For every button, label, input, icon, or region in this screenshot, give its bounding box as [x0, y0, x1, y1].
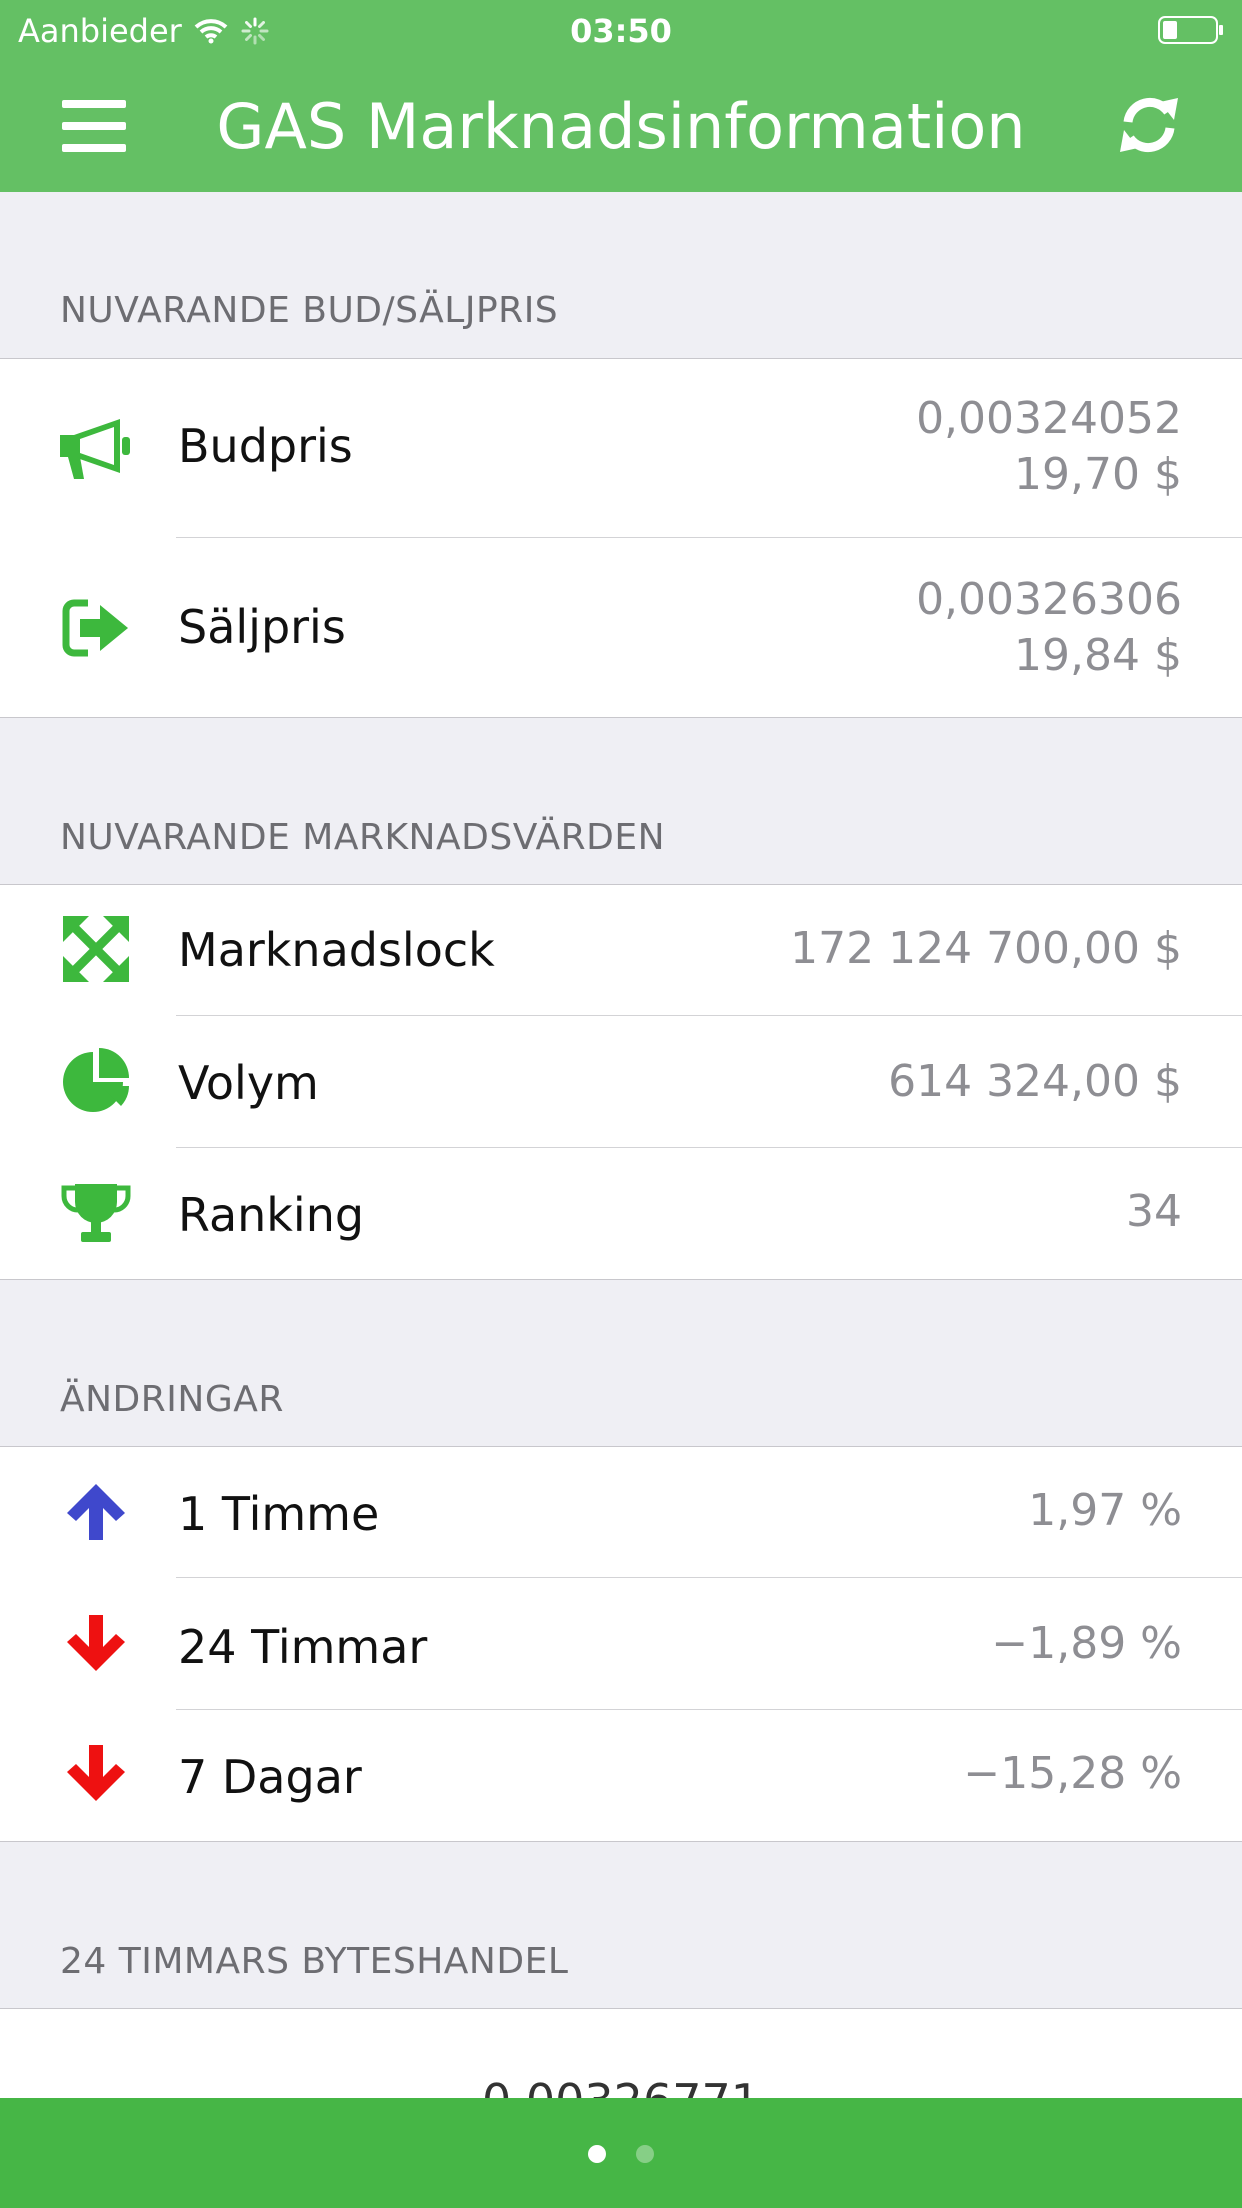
page-dot-1-active[interactable]: [588, 2145, 606, 2163]
megaphone-icon: [56, 409, 136, 489]
bid-price-label: Budpris: [178, 419, 353, 473]
section-header-24h-trade: 24 TIMMARS BYTESHANDEL: [60, 1941, 569, 1982]
arrow-up-icon: [56, 1471, 136, 1551]
page-dot-2[interactable]: [636, 2145, 654, 2163]
change-24h-label: 24 Timmar: [178, 1620, 428, 1674]
bid-ask-group: Budpris 0,00324052 19,70 $ Säljpris 0,00…: [0, 358, 1242, 718]
row-change-24h[interactable]: 24 Timmar −1,89 %: [0, 1578, 1242, 1710]
row-change-1h[interactable]: 1 Timme 1,97 %: [0, 1447, 1242, 1578]
bid-price-usd: 19,70 $: [1014, 449, 1182, 500]
page-control-bar: [0, 2098, 1242, 2208]
changes-group: 1 Timme 1,97 % 24 Timmar −1,89 % 7 Dagar…: [0, 1446, 1242, 1842]
row-bid-price[interactable]: Budpris 0,00324052 19,70 $: [0, 359, 1242, 538]
section-header-market-values: NUVARANDE MARKNADSVÄRDEN: [60, 817, 666, 858]
trophy-icon: [56, 1172, 136, 1252]
refresh-icon[interactable]: [1116, 92, 1182, 158]
row-market-cap[interactable]: Marknadslock 172 124 700,00 $: [0, 885, 1242, 1016]
section-header-changes: ÄNDRINGAR: [60, 1379, 284, 1420]
row-volume[interactable]: Volym 614 324,00 $: [0, 1016, 1242, 1148]
change-7d-label: 7 Dagar: [178, 1750, 362, 1804]
ask-price-value: 0,00326306 19,84 $: [916, 572, 1182, 684]
page-title: GAS Marknadsinformation: [216, 90, 1026, 163]
market-values-group: Marknadslock 172 124 700,00 $ Volym 614 …: [0, 884, 1242, 1280]
market-cap-value: 172 124 700,00 $: [790, 923, 1182, 974]
status-bar: Aanbieder 03:50: [0, 0, 1242, 62]
section-header-bid-ask: NUVARANDE BUD/SÄLJPRIS: [60, 290, 559, 331]
volume-value: 614 324,00 $: [888, 1056, 1182, 1107]
change-24h-value: −1,89 %: [991, 1618, 1182, 1669]
ask-price-crypto: 0,00326306: [916, 574, 1182, 625]
navigation-bar: GAS Marknadsinformation: [0, 62, 1242, 192]
volume-label: Volym: [178, 1056, 319, 1110]
row-ask-price[interactable]: Säljpris 0,00326306 19,84 $: [0, 538, 1242, 717]
change-1h-value: 1,97 %: [1028, 1485, 1182, 1536]
change-7d-value: −15,28 %: [963, 1748, 1182, 1799]
row-ranking[interactable]: Ranking 34: [0, 1148, 1242, 1279]
battery-icon: [1158, 16, 1223, 44]
bid-price-crypto: 0,00324052: [916, 393, 1182, 444]
bid-price-value: 0,00324052 19,70 $: [916, 391, 1182, 503]
ranking-label: Ranking: [178, 1188, 365, 1242]
arrow-down-icon: [56, 1734, 136, 1814]
market-cap-label: Marknadslock: [178, 923, 495, 977]
status-time: 03:50: [570, 12, 672, 50]
ask-price-label: Säljpris: [178, 600, 346, 654]
ask-price-usd: 19,84 $: [1014, 630, 1182, 681]
expand-arrows-icon: [56, 909, 136, 989]
sign-out-icon: [56, 588, 136, 668]
ranking-value: 34: [1126, 1186, 1182, 1237]
change-1h-label: 1 Timme: [178, 1487, 380, 1541]
row-change-7d[interactable]: 7 Dagar −15,28 %: [0, 1710, 1242, 1841]
pie-chart-icon: [56, 1042, 136, 1122]
arrow-down-icon: [56, 1604, 136, 1684]
